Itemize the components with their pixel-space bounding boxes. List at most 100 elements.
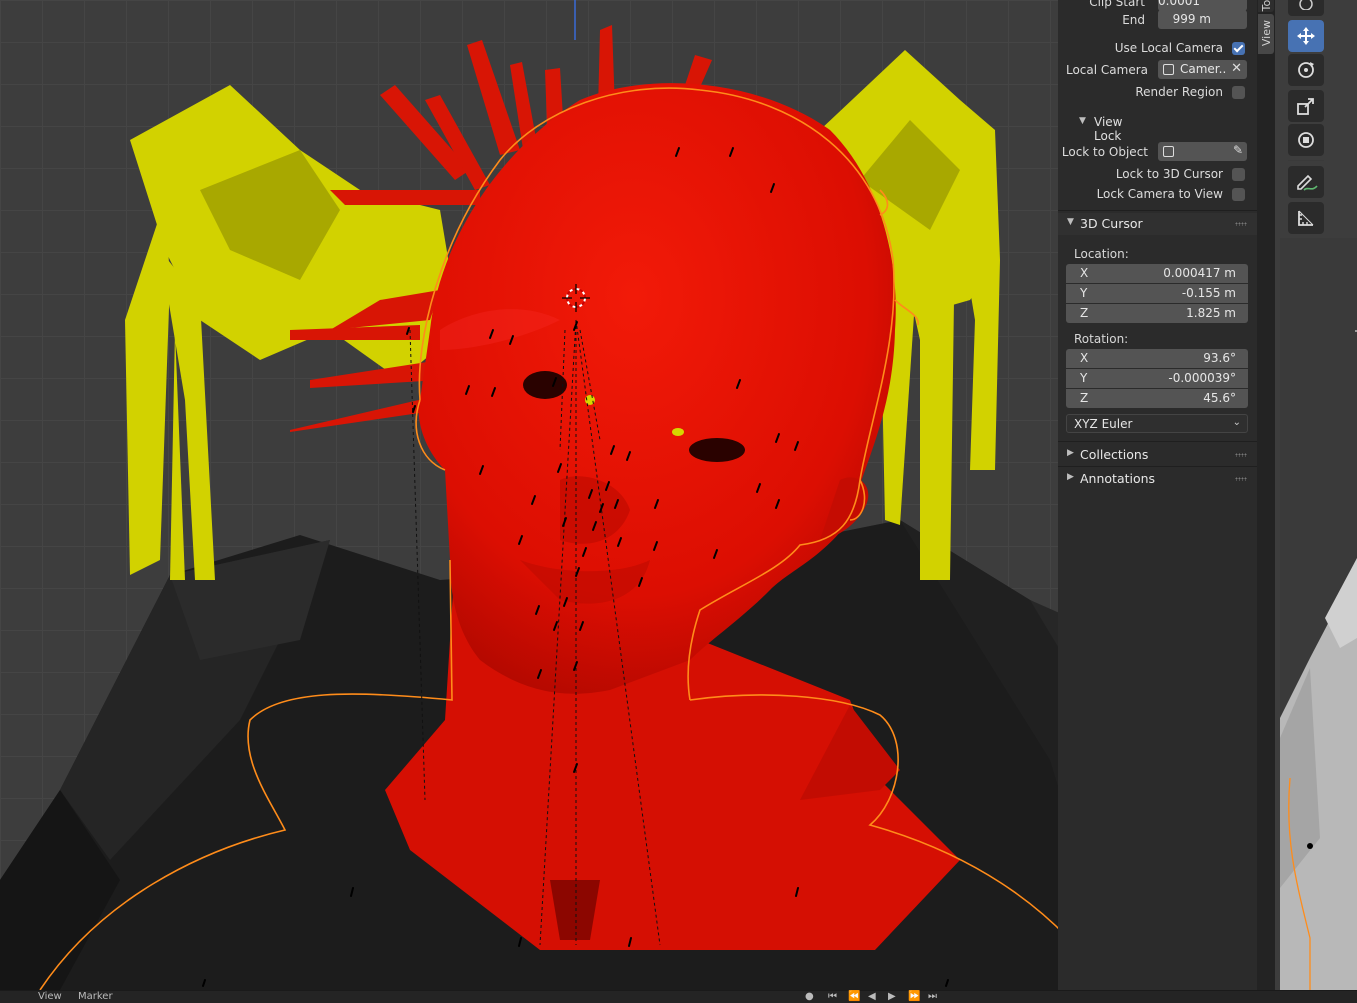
- clip-end-field[interactable]: 999 m: [1158, 10, 1247, 29]
- rotation-label: Rotation:: [1074, 332, 1129, 346]
- lock-to-object-field[interactable]: ✎: [1158, 142, 1247, 161]
- axis-label: X: [1080, 266, 1089, 280]
- rotation-mode-value: XYZ Euler: [1074, 417, 1133, 431]
- lock-to-object-row: Lock to Object ✎: [1058, 142, 1257, 162]
- expanded-arrow-icon: ▼: [1079, 116, 1086, 126]
- render-region-row[interactable]: Render Region: [1058, 82, 1257, 102]
- drag-grip-icon[interactable]: [1235, 453, 1247, 457]
- clip-end-value: 999 m: [1172, 12, 1211, 26]
- jump-start-icon[interactable]: ⏮: [828, 991, 837, 1002]
- local-camera-field[interactable]: Camer.. ✕: [1158, 60, 1247, 79]
- render-region-label: Render Region: [1135, 85, 1223, 99]
- tool-shelf: [1275, 0, 1357, 234]
- tab-tool[interactable]: Tool: [1258, 0, 1274, 12]
- cursor-icon: [1299, 0, 1313, 10]
- timeline-marker-menu[interactable]: Marker: [78, 991, 113, 1002]
- panel-divider: [1058, 210, 1257, 211]
- sidebar-n-panel: Clip Start 0.0001 m End 999 m Use Local …: [1058, 0, 1257, 990]
- lock-camera-to-view-checkbox[interactable]: [1232, 188, 1245, 201]
- axis-label: Z: [1080, 391, 1089, 405]
- location-label: Location:: [1074, 247, 1129, 261]
- local-camera-row: Local Camera Camer.. ✕: [1058, 60, 1257, 80]
- timeline-header: View Marker ● ⏮ ⏪ ◀ ▶ ⏩ ⏭: [0, 990, 1357, 1003]
- drag-grip-icon[interactable]: [1235, 222, 1247, 226]
- measure-tool-button[interactable]: [1288, 202, 1324, 234]
- timeline-view-menu[interactable]: View: [38, 991, 62, 1002]
- rotation-z-field[interactable]: Z 45.6°: [1066, 389, 1248, 408]
- sidebar-tab-strip: Tool View: [1257, 0, 1275, 990]
- prev-keyframe-icon[interactable]: ⏪: [848, 991, 860, 1002]
- right-eye-socket: [689, 438, 745, 462]
- axis-label: X: [1080, 351, 1089, 365]
- measure-ruler-icon: [1298, 210, 1314, 226]
- panel-divider: [1058, 441, 1257, 442]
- location-x-field[interactable]: X 0.000417 m: [1066, 264, 1248, 283]
- lock-to-3d-cursor-checkbox[interactable]: [1232, 168, 1245, 181]
- axis-label: Y: [1080, 371, 1088, 385]
- lock-camera-to-view-label: Lock Camera to View: [1096, 187, 1223, 201]
- rotation-y-field[interactable]: Y -0.000039°: [1066, 369, 1248, 388]
- lock-camera-to-view-row[interactable]: Lock Camera to View: [1058, 184, 1257, 204]
- tab-view-label: View: [1260, 20, 1273, 47]
- scale-tool-button[interactable]: [1288, 90, 1324, 122]
- clip-end-label: End: [1122, 13, 1145, 27]
- drag-grip-icon[interactable]: [1235, 477, 1247, 481]
- expanded-arrow-icon: ▼: [1067, 217, 1074, 227]
- next-keyframe-icon[interactable]: ⏩: [908, 991, 920, 1002]
- location-y-value: -0.155 m: [1181, 286, 1236, 300]
- record-icon[interactable]: ●: [805, 991, 814, 1002]
- location-y-field[interactable]: Y -0.155 m: [1066, 284, 1248, 303]
- rotation-z-value: 45.6°: [1203, 391, 1236, 405]
- collections-panel-header[interactable]: ▶ Collections: [1058, 444, 1257, 466]
- use-local-camera-checkbox[interactable]: [1232, 42, 1245, 55]
- rotate-icon: [1298, 62, 1314, 78]
- transform-tool-button[interactable]: [1288, 124, 1324, 156]
- play-icon[interactable]: ▶: [888, 991, 896, 1002]
- clip-start-label: Clip Start: [1089, 0, 1145, 9]
- cursor-tool-button[interactable]: [1288, 0, 1324, 16]
- lock-to-object-label: Lock to Object: [1061, 145, 1148, 159]
- collections-title: Collections: [1080, 447, 1149, 462]
- 3d-cursor-title: 3D Cursor: [1080, 216, 1143, 231]
- annotate-pencil-icon: [1297, 174, 1318, 191]
- chevron-down-icon: ⌄: [1232, 417, 1241, 428]
- tab-tool-label: Tool: [1260, 0, 1273, 12]
- panel-divider: [1058, 466, 1257, 467]
- left-eye-socket: [523, 371, 567, 399]
- rotate-tool-button[interactable]: [1288, 54, 1324, 86]
- tab-view[interactable]: View: [1258, 14, 1274, 54]
- collapsed-arrow-icon: ▶: [1067, 472, 1074, 482]
- eyedropper-icon[interactable]: ✎: [1233, 143, 1243, 157]
- collapsed-arrow-icon: ▶: [1067, 448, 1074, 458]
- transform-icon: [1298, 132, 1314, 148]
- move-arrows-icon: [1297, 27, 1315, 45]
- camera-icon: [1163, 64, 1174, 75]
- use-local-camera-label: Use Local Camera: [1114, 41, 1223, 55]
- clip-end-row: End 999 m: [1058, 10, 1257, 30]
- view-lock-title: View Lock: [1094, 115, 1123, 143]
- 3d-cursor-panel-header[interactable]: ▼ 3D Cursor: [1058, 213, 1257, 235]
- play-reverse-icon[interactable]: ◀: [868, 991, 876, 1002]
- axis-label: Z: [1080, 306, 1089, 320]
- render-region-checkbox[interactable]: [1232, 86, 1245, 99]
- use-local-camera-row[interactable]: Use Local Camera: [1058, 38, 1257, 58]
- secondary-viewport[interactable]: [1280, 238, 1357, 990]
- local-camera-value: Camer..: [1180, 62, 1227, 76]
- annotate-tool-button[interactable]: [1288, 166, 1324, 198]
- clear-icon[interactable]: ✕: [1231, 61, 1242, 76]
- toolbar-divider: [1288, 160, 1324, 161]
- rotation-mode-dropdown[interactable]: XYZ Euler ⌄: [1066, 414, 1248, 433]
- rotation-x-field[interactable]: X 93.6°: [1066, 349, 1248, 368]
- location-x-value: 0.000417 m: [1163, 266, 1236, 280]
- secondary-scene: [1280, 330, 1357, 990]
- location-z-value: 1.825 m: [1186, 306, 1236, 320]
- move-tool-button[interactable]: [1288, 20, 1324, 52]
- local-camera-label: Local Camera: [1065, 63, 1148, 77]
- location-z-field[interactable]: Z 1.825 m: [1066, 304, 1248, 323]
- object-icon: [1163, 146, 1174, 157]
- rotation-y-value: -0.000039°: [1168, 371, 1236, 385]
- jump-end-icon[interactable]: ⏭: [928, 991, 937, 1002]
- lock-to-3d-cursor-row[interactable]: Lock to 3D Cursor: [1058, 164, 1257, 184]
- annotations-panel-header[interactable]: ▶ Annotations: [1058, 468, 1257, 490]
- rotation-x-value: 93.6°: [1203, 351, 1236, 365]
